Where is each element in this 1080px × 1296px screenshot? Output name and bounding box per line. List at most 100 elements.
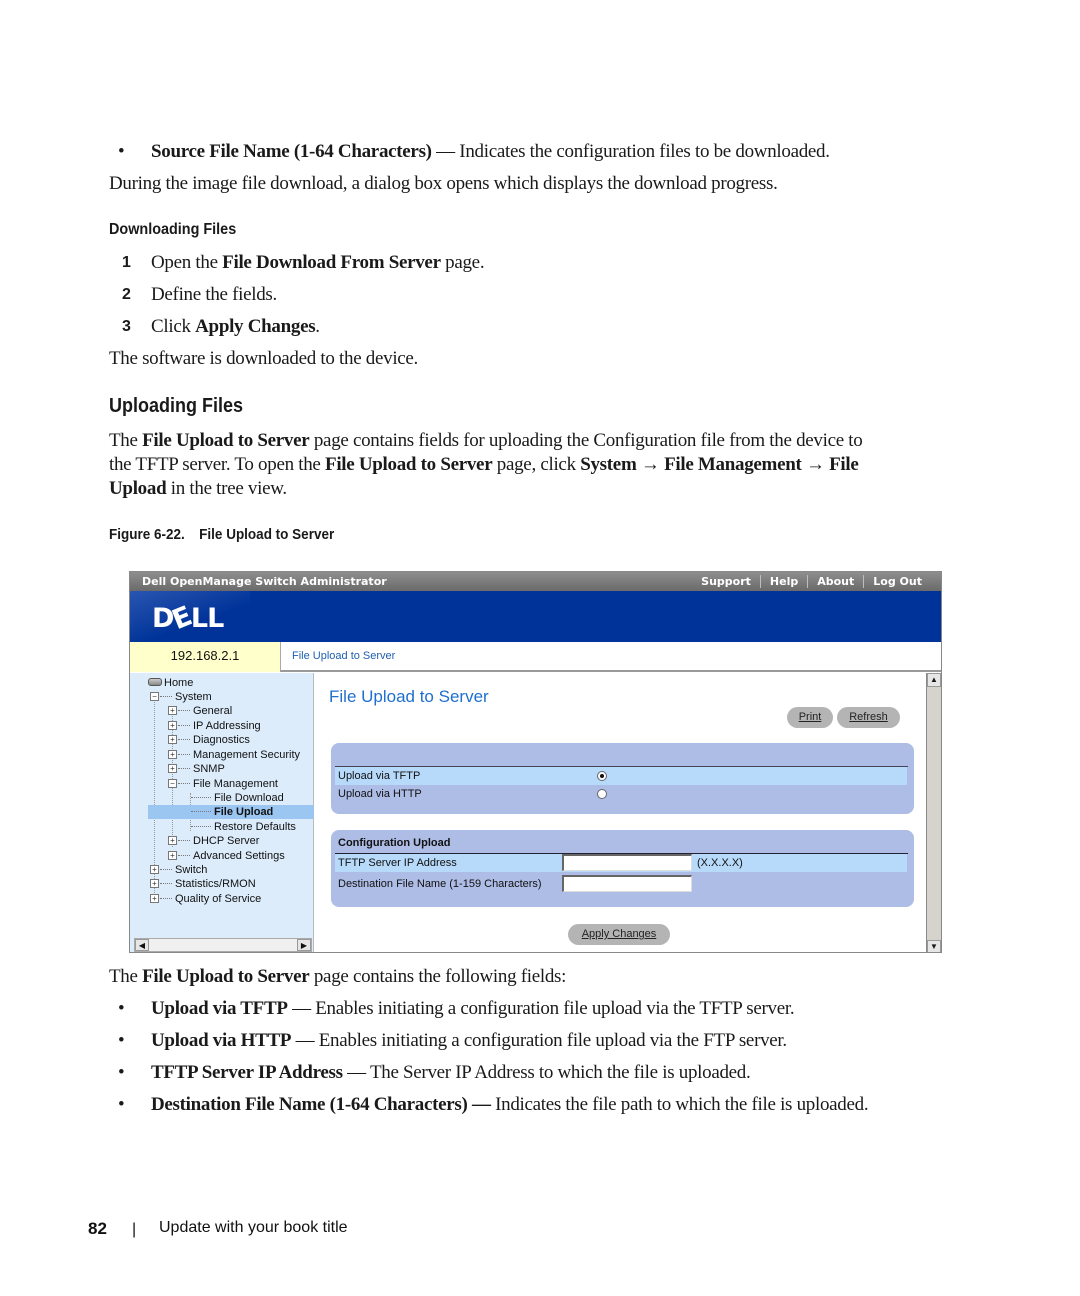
bullet-dot: • [118, 1062, 125, 1083]
bullet-dot: • [118, 1030, 125, 1051]
app-title: Dell OpenManage Switch Administrator [142, 575, 387, 588]
bullet-text: — Enables initiating a configuration fil… [291, 1030, 788, 1051]
tree-view: Home − System + General + IP Addressing + Di… [130, 673, 314, 952]
tftp-server-ip-label: TFTP Server IP Address [338, 857, 457, 869]
bullet-text: — Indicates the configuration files to b… [431, 141, 830, 162]
configuration-upload-title: Configuration Upload [338, 837, 451, 849]
expand-icon[interactable]: + [168, 836, 177, 845]
scroll-up-icon[interactable]: ▲ [927, 673, 941, 687]
tree-item-snmp[interactable]: + SNMP [168, 762, 225, 776]
tree-item-file-upload[interactable]: File Upload [148, 805, 314, 819]
top-links: Support Help About Log Out [692, 575, 931, 588]
bullet-text: Indicates the file path to which the fil… [490, 1094, 869, 1115]
configuration-upload-panel: Configuration Upload TFTP Server IP Addr… [331, 830, 914, 907]
bold-term: File Management [664, 454, 802, 475]
page-number: 82 [88, 1219, 107, 1238]
expand-icon[interactable]: + [168, 721, 177, 730]
logout-link[interactable]: Log Out [863, 575, 931, 588]
expand-icon[interactable]: + [168, 735, 177, 744]
page-title: File Upload to Server [329, 687, 489, 706]
upload-via-http-radio[interactable] [597, 789, 607, 799]
upload-paragraph-line-2: the TFTP server. To open the File Upload… [109, 454, 859, 475]
book-title: Update with your book title [159, 1219, 348, 1236]
figure-caption: Figure 6-22. File Upload to Server [109, 526, 334, 543]
bullet-bold: Upload via HTTP [151, 1030, 292, 1051]
upload-via-http-row: Upload via HTTP [335, 785, 907, 803]
step-text: Define the fields. [151, 284, 277, 305]
tree-item-restore-defaults[interactable]: Restore Defaults [190, 820, 296, 834]
tree-item-system[interactable]: − System [150, 690, 212, 704]
tree-item-home[interactable]: Home [148, 676, 193, 690]
bullet-bold: TFTP Server IP Address [151, 1062, 343, 1083]
download-result: The software is downloaded to the device… [109, 348, 419, 369]
expand-icon[interactable]: + [168, 706, 177, 715]
tree-item-diagnostics[interactable]: + Diagnostics [168, 733, 250, 747]
arrow-icon: → [636, 454, 665, 475]
expand-icon[interactable]: + [168, 764, 177, 773]
tftp-server-ip-row: TFTP Server IP Address (X.X.X.X) [335, 854, 907, 872]
tree-item-quality-of-service[interactable]: + Quality of Service [150, 892, 261, 906]
step-number: 1 [122, 254, 131, 271]
bullet-dot: • [118, 998, 125, 1019]
expand-icon[interactable]: + [150, 865, 159, 874]
expand-icon[interactable]: + [150, 879, 159, 888]
expand-icon[interactable]: + [150, 894, 159, 903]
about-link[interactable]: About [807, 575, 863, 588]
destination-file-name-label: Destination File Name (1-159 Characters) [338, 878, 542, 890]
bullet-bold: Upload via TFTP [151, 998, 288, 1019]
step-text: Open the [151, 252, 223, 273]
scroll-left-icon[interactable]: ◀ [135, 939, 149, 951]
collapse-icon[interactable]: − [168, 779, 177, 788]
upload-paragraph-line-3: Upload in the tree view. [109, 478, 287, 499]
tree-item-switch[interactable]: + Switch [150, 863, 207, 877]
collapse-icon[interactable]: − [150, 692, 159, 701]
scroll-right-icon[interactable]: ▶ [297, 939, 311, 951]
bullet-text: — The Server IP Address to which the fil… [342, 1062, 751, 1083]
tree-item-statistics-rmon[interactable]: + Statistics/RMON [150, 877, 256, 891]
heading-downloading-files: Downloading Files [109, 221, 237, 238]
expand-icon[interactable]: + [168, 851, 177, 860]
tree-item-management-security[interactable]: + Management Security [168, 748, 300, 762]
expand-icon[interactable]: + [168, 750, 177, 759]
tree-item-file-download[interactable]: File Download [190, 791, 284, 805]
home-icon [148, 678, 162, 686]
app-title-bar: Dell OpenManage Switch Administrator Sup… [130, 572, 941, 591]
arrow-icon: → [801, 454, 830, 475]
upload-paragraph-line-1: The File Upload to Server page contains … [109, 430, 863, 451]
bold-term: File [829, 454, 859, 475]
tree-item-general[interactable]: + General [168, 704, 232, 718]
tftp-server-ip-input[interactable] [562, 854, 692, 871]
breadcrumb: File Upload to Server [280, 642, 941, 672]
bold-term: File Upload to Server [325, 454, 493, 475]
step-text: Click [151, 316, 196, 337]
step-bold: File Download From Server [222, 252, 441, 273]
page-footer: 82 | Update with your book title [88, 1219, 348, 1239]
refresh-button[interactable]: Refresh [837, 707, 900, 728]
help-link[interactable]: Help [759, 575, 807, 588]
step-text: page. [440, 252, 485, 273]
bold-term: File Upload to Server [142, 430, 310, 451]
print-button[interactable]: Print [787, 707, 833, 728]
step-text: . [315, 316, 320, 337]
tree-item-dhcp-server[interactable]: + DHCP Server [168, 834, 259, 848]
destination-file-name-row: Destination File Name (1-159 Characters) [335, 875, 907, 893]
support-link[interactable]: Support [692, 575, 760, 588]
main-content: File Upload to Server Print Refresh Uplo… [315, 673, 927, 952]
main-vertical-scrollbar[interactable]: ▲ ▼ [926, 673, 941, 952]
step-bold: Apply Changes [195, 316, 316, 337]
upload-via-tftp-radio[interactable] [597, 771, 607, 781]
step-number: 2 [122, 286, 131, 303]
ip-format-hint: (X.X.X.X) [697, 857, 743, 869]
tree-item-ip-addressing[interactable]: + IP Addressing [168, 719, 261, 733]
tree-horizontal-scrollbar[interactable]: ◀ ▶ [134, 938, 312, 952]
destination-file-name-input[interactable] [562, 875, 692, 892]
tree-item-file-management[interactable]: − File Management [168, 777, 278, 791]
tree-item-advanced-settings[interactable]: + Advanced Settings [168, 849, 285, 863]
bold-term: System [580, 454, 637, 475]
apply-changes-button[interactable]: Apply Changes [568, 924, 670, 945]
dell-logo: DELL [152, 600, 224, 637]
heading-uploading-files: Uploading Files [109, 395, 244, 417]
scroll-down-icon[interactable]: ▼ [927, 940, 941, 952]
upload-via-tftp-row: Upload via TFTP [335, 767, 907, 785]
footer-separator: | [132, 1221, 137, 1238]
